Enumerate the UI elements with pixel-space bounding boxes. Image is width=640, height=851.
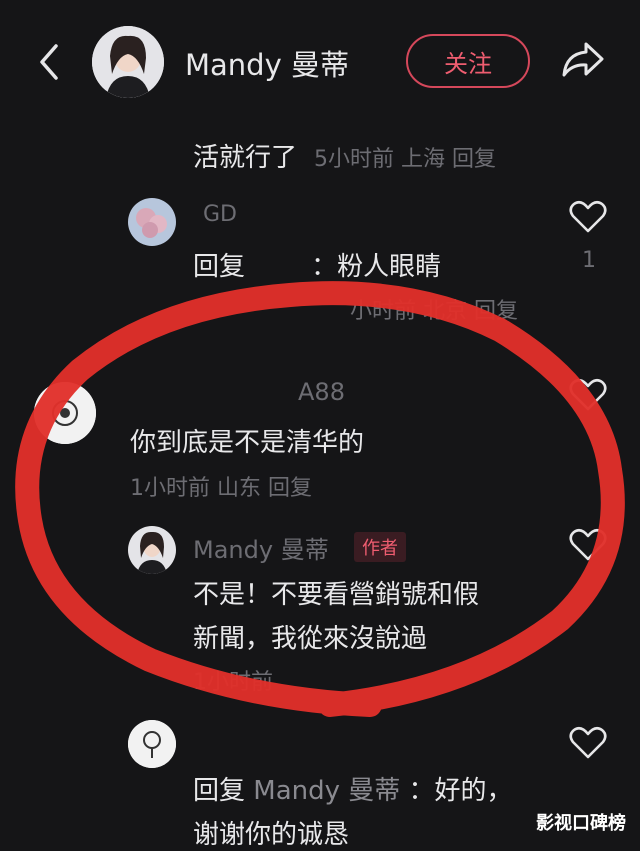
- author-badge: 作者: [354, 532, 406, 562]
- heart-icon: [569, 528, 607, 561]
- heart-icon: [569, 200, 607, 233]
- comment-text: 新聞，我從來沒說過: [193, 624, 428, 654]
- like-count: 1: [582, 248, 596, 273]
- comment-text: 不是！不要看營銷號和假: [193, 580, 480, 610]
- avatar[interactable]: [34, 382, 96, 444]
- comment-text: 回复 ：粉人眼睛: [193, 252, 442, 282]
- comment-meta: 小时前 北京 回复: [350, 299, 518, 324]
- header-username[interactable]: Mandy 曼蒂: [185, 42, 349, 84]
- reply-line: 回复 Mandy 曼蒂 ：好的，: [193, 770, 513, 807]
- heart-icon: [569, 726, 607, 759]
- comment-username[interactable]: A88: [298, 378, 345, 406]
- comment-meta: 1小时前 山东 回复: [130, 476, 312, 501]
- reply-prefix: 回复: [193, 776, 246, 806]
- back-button[interactable]: [34, 42, 64, 82]
- avatar[interactable]: [128, 526, 176, 574]
- share-button[interactable]: [560, 40, 606, 80]
- avatar[interactable]: [128, 720, 176, 768]
- follow-button[interactable]: 关注: [406, 34, 530, 88]
- comment-text: 你到底是不是清华的: [130, 428, 365, 458]
- comment-meta: 1小时前: [193, 670, 273, 695]
- comment-text: ：好的，: [408, 776, 513, 806]
- heart-icon: [569, 378, 607, 411]
- like-button[interactable]: [569, 200, 607, 234]
- comment-username[interactable]: Mandy 曼蒂: [193, 530, 329, 565]
- like-button[interactable]: [569, 726, 607, 760]
- like-button[interactable]: [569, 528, 607, 562]
- watermark-text: 影视口碑榜: [536, 813, 626, 834]
- comment-text: 谢谢你的诚恳: [193, 820, 350, 850]
- avatar[interactable]: [128, 198, 176, 246]
- comment-text: 活就行了: [193, 143, 298, 173]
- comment-meta: 5小时前 上海 回复: [314, 147, 496, 172]
- back-arrow-icon: [40, 44, 58, 80]
- like-button[interactable]: [569, 378, 607, 412]
- comment-username[interactable]: GD: [203, 202, 237, 227]
- share-icon: [562, 42, 604, 77]
- header-avatar[interactable]: [92, 26, 164, 98]
- reply-target[interactable]: Mandy 曼蒂: [253, 776, 400, 806]
